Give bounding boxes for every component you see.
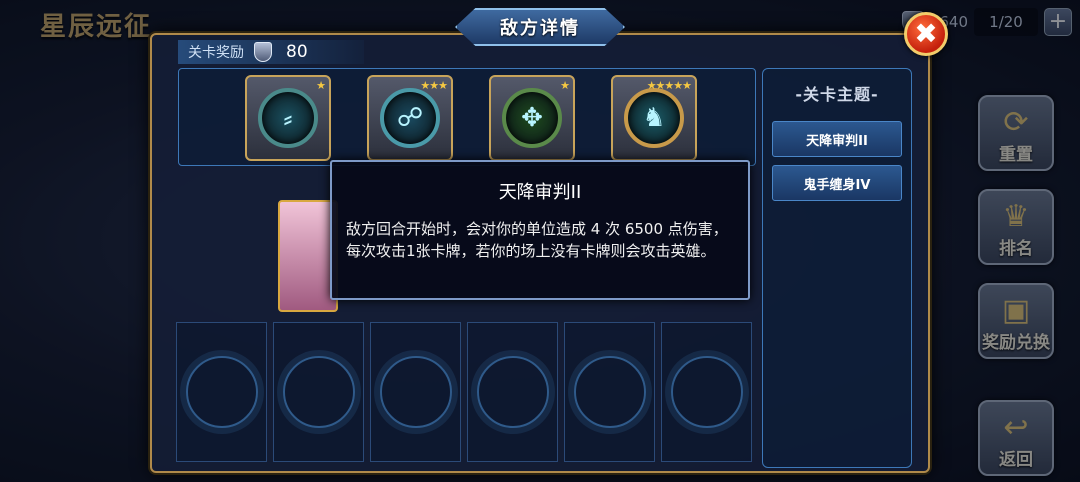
magic-circle-icon <box>476 356 549 428</box>
card-slot <box>370 322 461 462</box>
skill-tooltip: 天降审判II 敌方回合开始时，会对你的单位造成 4 次 6500 点伤害，每次攻… <box>330 160 750 300</box>
reward-label: 关卡奖励 <box>188 45 244 61</box>
card-slot <box>661 322 752 462</box>
close-button[interactable]: ✖ <box>904 12 948 56</box>
enemy-skill-badges: ★ ⸗ ★★★ ☍ ★ ✥ ★★★★★ ♞ <box>178 68 756 166</box>
ghost-icon: ☍ <box>380 88 440 148</box>
reward-value: 80 <box>286 42 308 62</box>
card-slots <box>176 322 752 462</box>
tooltip-description: 敌方回合开始时，会对你的单位造成 4 次 6500 点伤害，每次攻击1张卡牌，若… <box>346 220 728 260</box>
star-rating: ★★★ <box>420 79 448 92</box>
stage-topics-panel: -关卡主题- 天降审判II 鬼手缠身IV <box>762 68 912 468</box>
card-slot <box>273 322 364 462</box>
stage-reward: 关卡奖励 80 <box>178 40 364 64</box>
magic-circle-icon <box>185 356 258 428</box>
topic-item[interactable]: 天降审判II <box>772 121 902 157</box>
close-icon: ✖ <box>914 17 938 50</box>
skill-badge[interactable]: ★ ✥ <box>489 75 575 161</box>
shield-icon <box>254 42 272 62</box>
topic-item[interactable]: 鬼手缠身IV <box>772 165 902 201</box>
magic-circle-icon <box>282 356 355 428</box>
magic-circle-icon <box>670 356 743 428</box>
magic-circle-icon <box>379 356 452 428</box>
rain-icon: ⸗ <box>258 88 318 148</box>
card-slot <box>467 322 558 462</box>
dialog-title: 敌方详情 <box>455 8 625 46</box>
card-slot <box>176 322 267 462</box>
skill-badge[interactable]: ★★★★★ ♞ <box>611 75 697 161</box>
hero-card[interactable] <box>278 200 338 312</box>
topics-header: -关卡主题- <box>795 85 879 104</box>
skill-badge[interactable]: ★★★ ☍ <box>367 75 453 161</box>
star-rating: ★ <box>316 79 326 92</box>
skill-badge[interactable]: ★ ⸗ <box>245 75 331 161</box>
claw-icon: ✥ <box>502 88 562 148</box>
star-rating: ★★★★★ <box>646 79 692 92</box>
card-slot <box>564 322 655 462</box>
magic-circle-icon <box>573 356 646 428</box>
tooltip-title: 天降审判II <box>498 182 582 203</box>
star-rating: ★ <box>560 79 570 92</box>
dragon-icon: ♞ <box>624 88 684 148</box>
